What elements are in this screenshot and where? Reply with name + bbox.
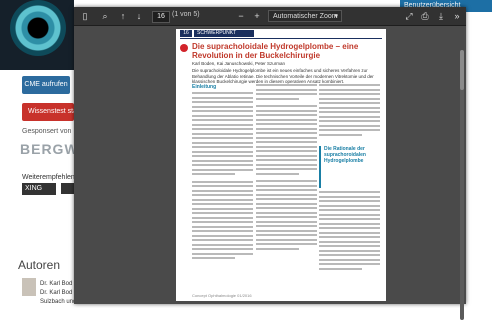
page-count: (1 von 5)	[172, 11, 200, 18]
scrollbar[interactable]	[460, 50, 464, 320]
zoom-out-icon[interactable]: −	[234, 9, 248, 23]
print-icon[interactable]: ⎙	[418, 9, 432, 23]
authors-heading: Autoren	[18, 258, 61, 272]
previous-page-icon[interactable]: ↑	[116, 9, 130, 23]
author-avatar	[22, 278, 36, 296]
author-line: Dr. Karl Bod	[40, 281, 73, 287]
article-title: Die supracholoidale Hydrogelplombe – ein…	[192, 42, 359, 60]
section-label: SCHWERPUNKT RETINA	[194, 30, 254, 43]
page-number-badge: 16	[180, 30, 192, 37]
section-heading: Einleitung	[192, 84, 217, 90]
pdf-page: 16 SCHWERPUNKT RETINA Die supracholoidal…	[176, 29, 386, 301]
box-title: Die Rationale der suprachoroidalen Hydro…	[324, 146, 366, 164]
article-abstract: Die supracholoidale Hydrogelplombe ist e…	[192, 68, 374, 84]
pdf-viewer: ▯ ⌕ ↑ ↓ 16 (1 von 5) − + Automatischer Z…	[74, 7, 466, 320]
author-line: Sulzbach und	[40, 299, 77, 305]
sidebar-toggle-icon[interactable]: ▯	[78, 9, 92, 23]
red-bullet-icon	[180, 44, 188, 52]
text-column-3	[319, 84, 380, 138]
eye-icon	[10, 0, 66, 56]
page-number-input[interactable]: 16	[152, 11, 170, 23]
sponsored-label: Gesponsert von	[22, 128, 72, 135]
document-area[interactable]: 16 SCHWERPUNKT RETINA Die supracholoidal…	[74, 26, 466, 320]
text-column-3-lower	[319, 191, 380, 272]
search-icon[interactable]: ⌕	[98, 9, 112, 23]
next-page-icon[interactable]: ↓	[132, 9, 146, 23]
zoom-in-icon[interactable]: +	[250, 9, 264, 23]
xing-share-button[interactable]: XING	[22, 183, 56, 195]
tools-menu-icon[interactable]: »	[450, 9, 464, 23]
pdf-toolbar: ▯ ⌕ ↑ ↓ 16 (1 von 5) − + Automatischer Z…	[74, 7, 466, 26]
page-footer: Concept Ophthalmologie 01/2016	[192, 293, 252, 298]
text-column-1: Einleitung	[192, 84, 253, 262]
fullscreen-icon[interactable]: ⤢	[402, 9, 416, 23]
share-label: Weiterempfehlen:	[22, 174, 77, 181]
eye-hero-image	[0, 0, 74, 70]
scrollbar-thumb[interactable]	[460, 50, 464, 90]
zoom-select[interactable]: Automatischer Zoom	[268, 10, 342, 23]
header-rule	[180, 38, 382, 39]
cme-button[interactable]: CME aufrufen	[22, 76, 70, 94]
download-icon[interactable]: ⤓	[434, 9, 448, 23]
wissenstest-button[interactable]: Wissenstest starten	[22, 103, 74, 121]
mail-icon[interactable]	[61, 183, 75, 194]
author-line: Dr. Karl Bod	[40, 290, 73, 296]
article-authors: Karl Boden, Kai Januschowski, Peter Szur…	[192, 61, 286, 66]
text-column-2	[256, 84, 317, 252]
sidebar-box: Die Rationale der suprachoroidalen Hydro…	[319, 146, 382, 188]
